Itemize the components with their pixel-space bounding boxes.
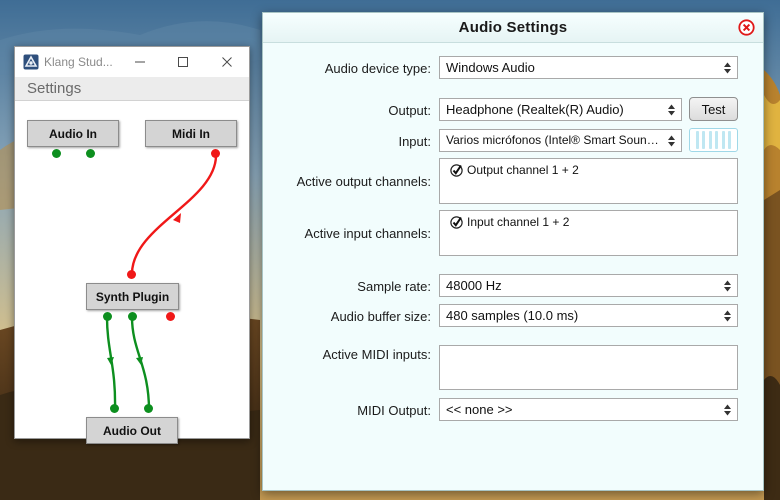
minimize-icon: [134, 61, 145, 63]
checkmark-circle-icon: [450, 215, 463, 229]
input-device-value: Varios micrófonos (Intel® Smart Sound...: [446, 133, 659, 147]
menu-bar: Settings: [15, 77, 249, 101]
device-type-value: Windows Audio: [446, 60, 535, 75]
synth-audio-port-out-left[interactable]: [103, 312, 112, 321]
buffer-size-select[interactable]: 480 samples (10.0 ms): [439, 304, 738, 327]
active-midi-inputs-list[interactable]: [439, 345, 738, 390]
checkmark-circle-icon: [450, 163, 463, 177]
synth-midi-port-out[interactable]: [166, 312, 175, 321]
node-audio-out[interactable]: Audio Out: [86, 417, 178, 444]
input-device-select[interactable]: Varios micrófonos (Intel® Smart Sound...: [439, 129, 682, 152]
buffer-size-value: 480 samples (10.0 ms): [446, 308, 579, 323]
dialog-title: Audio Settings: [458, 19, 568, 36]
midi-output-label: MIDI Output:: [357, 403, 431, 418]
input-channel-label: Input channel 1 + 2: [467, 215, 570, 229]
synth-audio-port-out-right[interactable]: [128, 312, 137, 321]
input-level-meter: [689, 128, 738, 152]
active-input-channels-label: Active input channels:: [304, 226, 431, 241]
output-channel-label: Output channel 1 + 2: [467, 163, 579, 177]
menu-item-settings[interactable]: Settings: [27, 80, 81, 97]
audio-settings-dialog: Audio Settings Audio device type: Window…: [262, 12, 764, 491]
sample-rate-label: Sample rate:: [357, 279, 431, 294]
sample-rate-select[interactable]: 48000 Hz: [439, 274, 738, 297]
audio-out-port-left[interactable]: [110, 404, 119, 413]
synth-midi-port-in[interactable]: [127, 270, 136, 279]
klang-titlebar[interactable]: Klang Stud...: [15, 47, 249, 77]
output-device-select[interactable]: Headphone (Realtek(R) Audio): [439, 98, 682, 121]
node-midi-in[interactable]: Midi In: [145, 120, 237, 147]
maximize-icon: [178, 57, 189, 67]
updown-arrows-icon: [724, 62, 731, 74]
updown-arrows-icon: [724, 280, 731, 292]
midi-wire[interactable]: [130, 155, 218, 274]
minimize-button[interactable]: [118, 47, 162, 77]
audio-out-port-right[interactable]: [144, 404, 153, 413]
close-icon: [222, 57, 232, 67]
patch-canvas[interactable]: Audio In Midi In Synth Plugin Audio Out: [15, 101, 249, 444]
input-channel-toggle[interactable]: Input channel 1 + 2: [450, 215, 569, 229]
node-synth-plugin-label: Synth Plugin: [95, 289, 170, 304]
dialog-titlebar[interactable]: Audio Settings: [263, 13, 763, 43]
audio-in-port-right[interactable]: [86, 149, 95, 158]
node-audio-out-label: Audio Out: [103, 423, 161, 438]
active-output-channels-label: Active output channels:: [296, 174, 431, 189]
midi-output-select[interactable]: << none >>: [439, 398, 738, 421]
midi-output-value: << none >>: [446, 402, 513, 417]
klang-app-icon: [23, 54, 39, 70]
updown-arrows-icon: [668, 104, 675, 116]
buffer-size-label: Audio buffer size:: [330, 309, 431, 324]
input-label: Input:: [398, 134, 431, 149]
device-type-select[interactable]: Windows Audio: [439, 56, 738, 79]
updown-arrows-icon: [668, 135, 675, 147]
node-audio-in[interactable]: Audio In: [27, 120, 119, 147]
node-synth-plugin[interactable]: Synth Plugin: [86, 283, 179, 310]
close-circle-icon[interactable]: [738, 19, 755, 36]
sample-rate-value: 48000 Hz: [446, 278, 502, 293]
midi-in-port-out[interactable]: [211, 149, 220, 158]
test-button[interactable]: Test: [689, 97, 738, 121]
active-midi-inputs-label: Active MIDI inputs:: [322, 347, 431, 362]
active-output-channels-list[interactable]: Output channel 1 + 2: [439, 158, 738, 204]
active-input-channels-list[interactable]: Input channel 1 + 2: [439, 210, 738, 256]
updown-arrows-icon: [724, 310, 731, 322]
window-title: Klang Stud...: [44, 55, 113, 69]
klang-studio-window: Klang Stud... Settings Audio In Midi In: [14, 46, 250, 444]
output-channel-toggle[interactable]: Output channel 1 + 2: [450, 163, 579, 177]
updown-arrows-icon: [724, 404, 731, 416]
close-button[interactable]: [205, 47, 249, 77]
device-type-label: Audio device type:: [324, 61, 431, 76]
maximize-button[interactable]: [161, 47, 205, 77]
node-midi-in-label: Midi In: [172, 126, 210, 141]
audio-in-port-left[interactable]: [52, 149, 61, 158]
output-label: Output:: [388, 103, 431, 118]
node-audio-in-label: Audio In: [49, 126, 97, 141]
output-device-value: Headphone (Realtek(R) Audio): [446, 102, 624, 117]
